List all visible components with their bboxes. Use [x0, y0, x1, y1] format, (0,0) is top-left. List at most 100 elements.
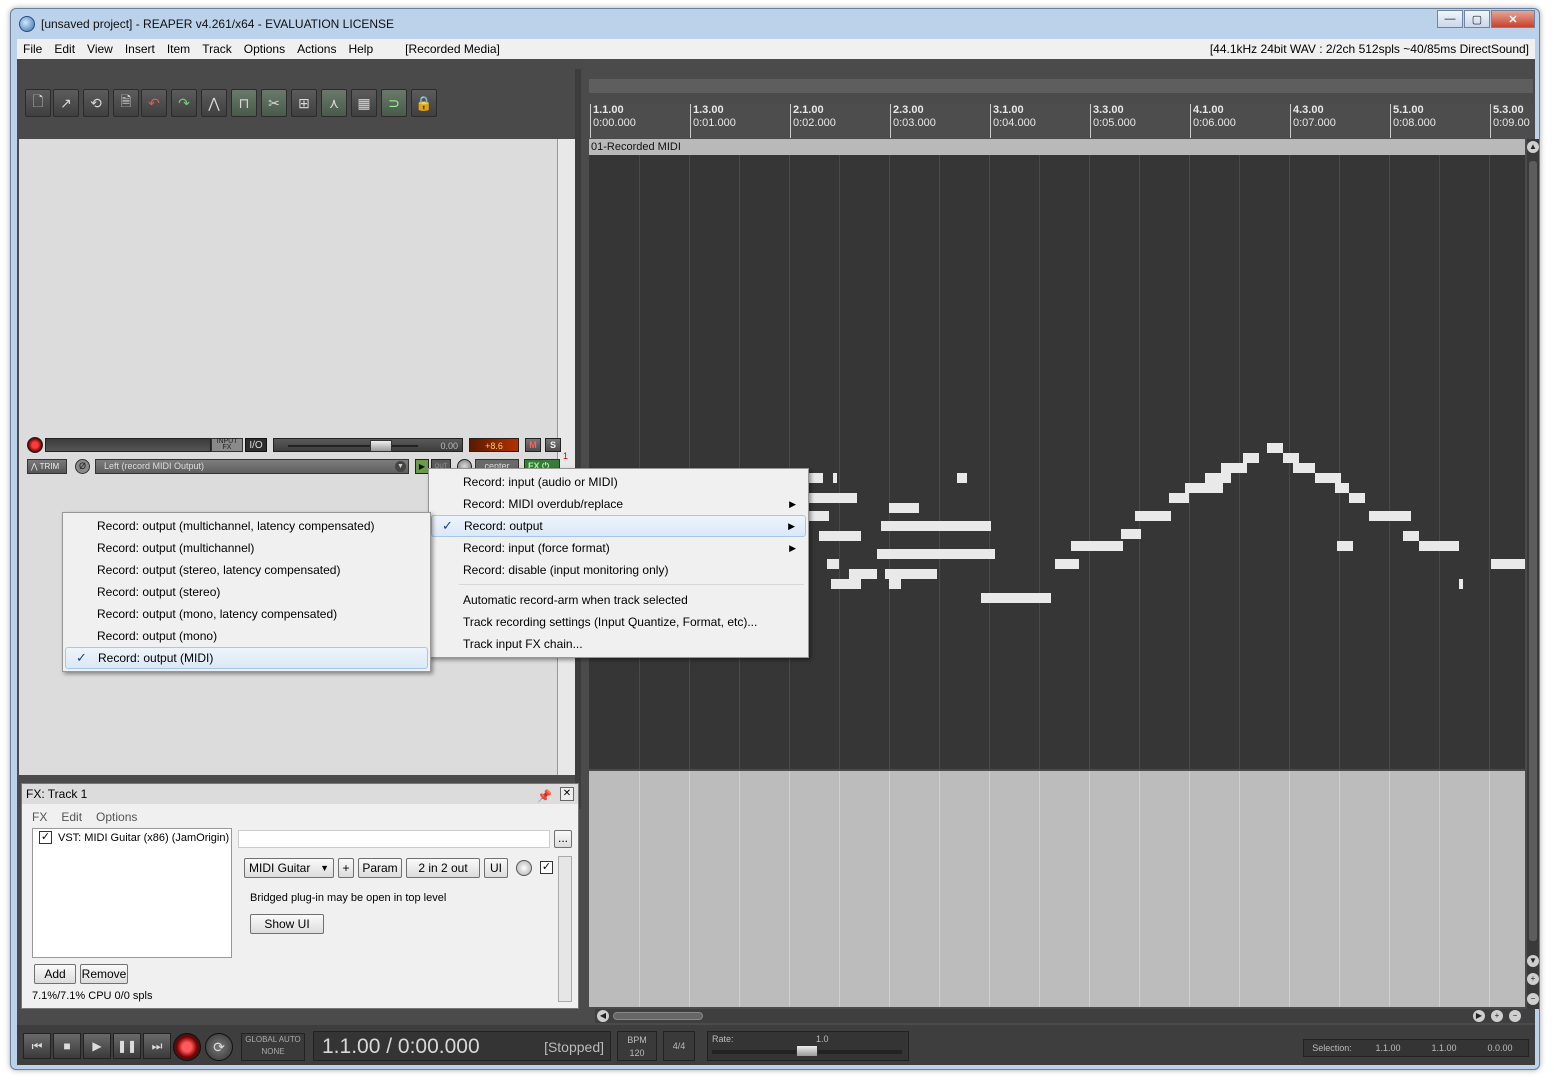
- time-signature[interactable]: 4/4: [663, 1031, 695, 1061]
- midi-note[interactable]: [885, 569, 937, 579]
- bpm-display[interactable]: BPM 120: [617, 1031, 657, 1061]
- midi-note[interactable]: [807, 473, 823, 483]
- menu-item[interactable]: Record: output (multichannel): [65, 537, 428, 559]
- input-fx-button[interactable]: INPUT FX: [211, 438, 243, 452]
- goto-end-icon[interactable]: ⏭: [143, 1033, 171, 1059]
- fx-menu-edit[interactable]: Edit: [61, 810, 82, 824]
- open-project-icon[interactable]: ↗: [53, 89, 79, 117]
- project-settings-icon[interactable]: 🗎: [113, 89, 139, 117]
- menu-actions[interactable]: Actions: [291, 42, 342, 56]
- position-display[interactable]: 1.1.00 / 0:00.000 [Stopped]: [313, 1031, 611, 1061]
- midi-note[interactable]: [1491, 559, 1525, 569]
- zoom-in-v-icon[interactable]: +: [1527, 973, 1539, 985]
- remove-fx-button[interactable]: Remove: [80, 964, 128, 984]
- menu-item[interactable]: Record: output (mono, latency compensate…: [65, 603, 428, 625]
- menu-item[interactable]: Record: output (stereo): [65, 581, 428, 603]
- menu-insert[interactable]: Insert: [119, 42, 161, 56]
- menu-track[interactable]: Track: [196, 42, 238, 56]
- snap-icon[interactable]: ⊓: [231, 89, 257, 117]
- selection-display[interactable]: Selection: 1.1.00 1.1.00 0.0.00: [1303, 1039, 1529, 1057]
- midi-note[interactable]: [1075, 559, 1079, 569]
- minimize-button[interactable]: —: [1437, 10, 1463, 28]
- audio-status[interactable]: [44.1kHz 24bit WAV : 2/2ch 512spls ~40/8…: [1210, 42, 1529, 56]
- scroll-up-icon[interactable]: ▲: [1527, 141, 1539, 153]
- menu-item[interactable]: ✓ Record: output ▶: [431, 515, 806, 537]
- mute-button[interactable]: M: [525, 438, 541, 452]
- arrange-view[interactable]: 01-Recorded MIDI: [589, 139, 1525, 769]
- pause-icon[interactable]: ❚❚: [113, 1033, 141, 1059]
- midi-note[interactable]: [849, 569, 877, 579]
- menu-item[interactable]: Item: [161, 42, 196, 56]
- metronome-icon[interactable]: ⋀: [201, 89, 227, 117]
- scroll-left-icon[interactable]: ◀: [597, 1010, 609, 1022]
- midi-note[interactable]: [1055, 559, 1075, 569]
- midi-note[interactable]: [1267, 443, 1283, 453]
- repeat-icon[interactable]: ⟳: [205, 1033, 233, 1061]
- zoom-in-h-icon[interactable]: +: [1491, 1010, 1503, 1022]
- midi-note[interactable]: [1459, 579, 1463, 589]
- menu-item[interactable]: Record: output (mono): [65, 625, 428, 647]
- volume-thumb[interactable]: [370, 440, 392, 452]
- menu-item[interactable]: Automatic record-arm when track selected: [431, 589, 806, 611]
- preset-more-button[interactable]: ...: [554, 830, 572, 848]
- midi-note[interactable]: [1243, 453, 1259, 463]
- scroll-right-icon[interactable]: ▶: [1473, 1010, 1485, 1022]
- midi-note[interactable]: [881, 521, 991, 531]
- hscroll-thumb[interactable]: [613, 1012, 703, 1020]
- midi-note[interactable]: [819, 531, 861, 541]
- midi-note[interactable]: [1283, 453, 1299, 463]
- scroll-down-icon[interactable]: ▼: [1527, 955, 1539, 967]
- volume-slider[interactable]: 0.00: [273, 438, 463, 452]
- midi-note[interactable]: [827, 559, 839, 569]
- record-arm-button[interactable]: [27, 437, 43, 453]
- midi-note[interactable]: [1403, 531, 1419, 541]
- media-item-name[interactable]: 01-Recorded MIDI: [589, 139, 1525, 155]
- menu-view[interactable]: View: [81, 42, 119, 56]
- arrange-vscrollbar[interactable]: ▲ ▼ + −: [1527, 139, 1539, 1009]
- midi-note[interactable]: [1075, 541, 1079, 551]
- midi-note[interactable]: [1369, 511, 1411, 521]
- track-control-panel[interactable]: [19, 139, 557, 775]
- midi-note[interactable]: [1169, 493, 1189, 503]
- midi-note[interactable]: [1349, 493, 1365, 503]
- menu-file[interactable]: File: [17, 42, 48, 56]
- add-preset-button[interactable]: +: [338, 858, 354, 878]
- phase-button[interactable]: Ø: [75, 459, 90, 474]
- menu-item[interactable]: Record: input (audio or MIDI): [431, 471, 806, 493]
- menu-help[interactable]: Help: [342, 42, 379, 56]
- midi-note[interactable]: [1337, 541, 1353, 551]
- empty-arrange-area[interactable]: [589, 771, 1525, 1007]
- record-mode-select[interactable]: Left (record MIDI Output) ▼: [95, 459, 409, 474]
- midi-note[interactable]: [877, 549, 995, 559]
- ui-button[interactable]: UI: [484, 858, 508, 878]
- midi-note[interactable]: [889, 579, 901, 589]
- timeline-ruler[interactable]: 1.1.00 0:00.000 1.3.00 0:01.000 2.1.00 0:02.0…: [589, 104, 1533, 138]
- play-icon[interactable]: ▶: [83, 1033, 111, 1059]
- arrange-hscrollbar[interactable]: ◀ ▶ + −: [595, 1009, 1535, 1023]
- midi-note[interactable]: [1293, 463, 1315, 473]
- preset-select[interactable]: MIDI Guitar ▼: [244, 858, 334, 878]
- zoom-out-v-icon[interactable]: −: [1527, 993, 1539, 1005]
- menu-edit[interactable]: Edit: [48, 42, 81, 56]
- menu-item[interactable]: Record: output (multichannel, latency co…: [65, 515, 428, 537]
- bypass-checkbox[interactable]: ✓: [540, 861, 553, 874]
- midi-note[interactable]: [803, 493, 857, 503]
- stop-icon[interactable]: ■: [53, 1033, 81, 1059]
- midi-note[interactable]: [1335, 483, 1349, 493]
- wet-knob[interactable]: [516, 860, 532, 876]
- save-icon[interactable]: ⟲: [83, 89, 109, 117]
- pin-icon[interactable]: 📌: [537, 786, 552, 806]
- midi-note[interactable]: [1205, 473, 1231, 483]
- fx-close-button[interactable]: ✕: [560, 787, 574, 801]
- menu-item[interactable]: Track recording settings (Input Quantize…: [431, 611, 806, 633]
- maximize-button[interactable]: ▢: [1464, 10, 1490, 28]
- fx-menu-options[interactable]: Options: [96, 810, 137, 824]
- menu-item[interactable]: Record: MIDI overdub/replace ▶: [431, 493, 806, 515]
- trim-button[interactable]: ⋀ TRIM: [27, 459, 67, 474]
- menu-item[interactable]: Track input FX chain...: [431, 633, 806, 655]
- lock-icon[interactable]: 🔒: [411, 89, 437, 117]
- menu-item[interactable]: ✓ Record: output (MIDI): [65, 647, 428, 669]
- io-button[interactable]: I/O: [245, 438, 267, 452]
- zoom-out-h-icon[interactable]: −: [1509, 1010, 1521, 1022]
- goto-start-icon[interactable]: ⏮: [23, 1033, 51, 1059]
